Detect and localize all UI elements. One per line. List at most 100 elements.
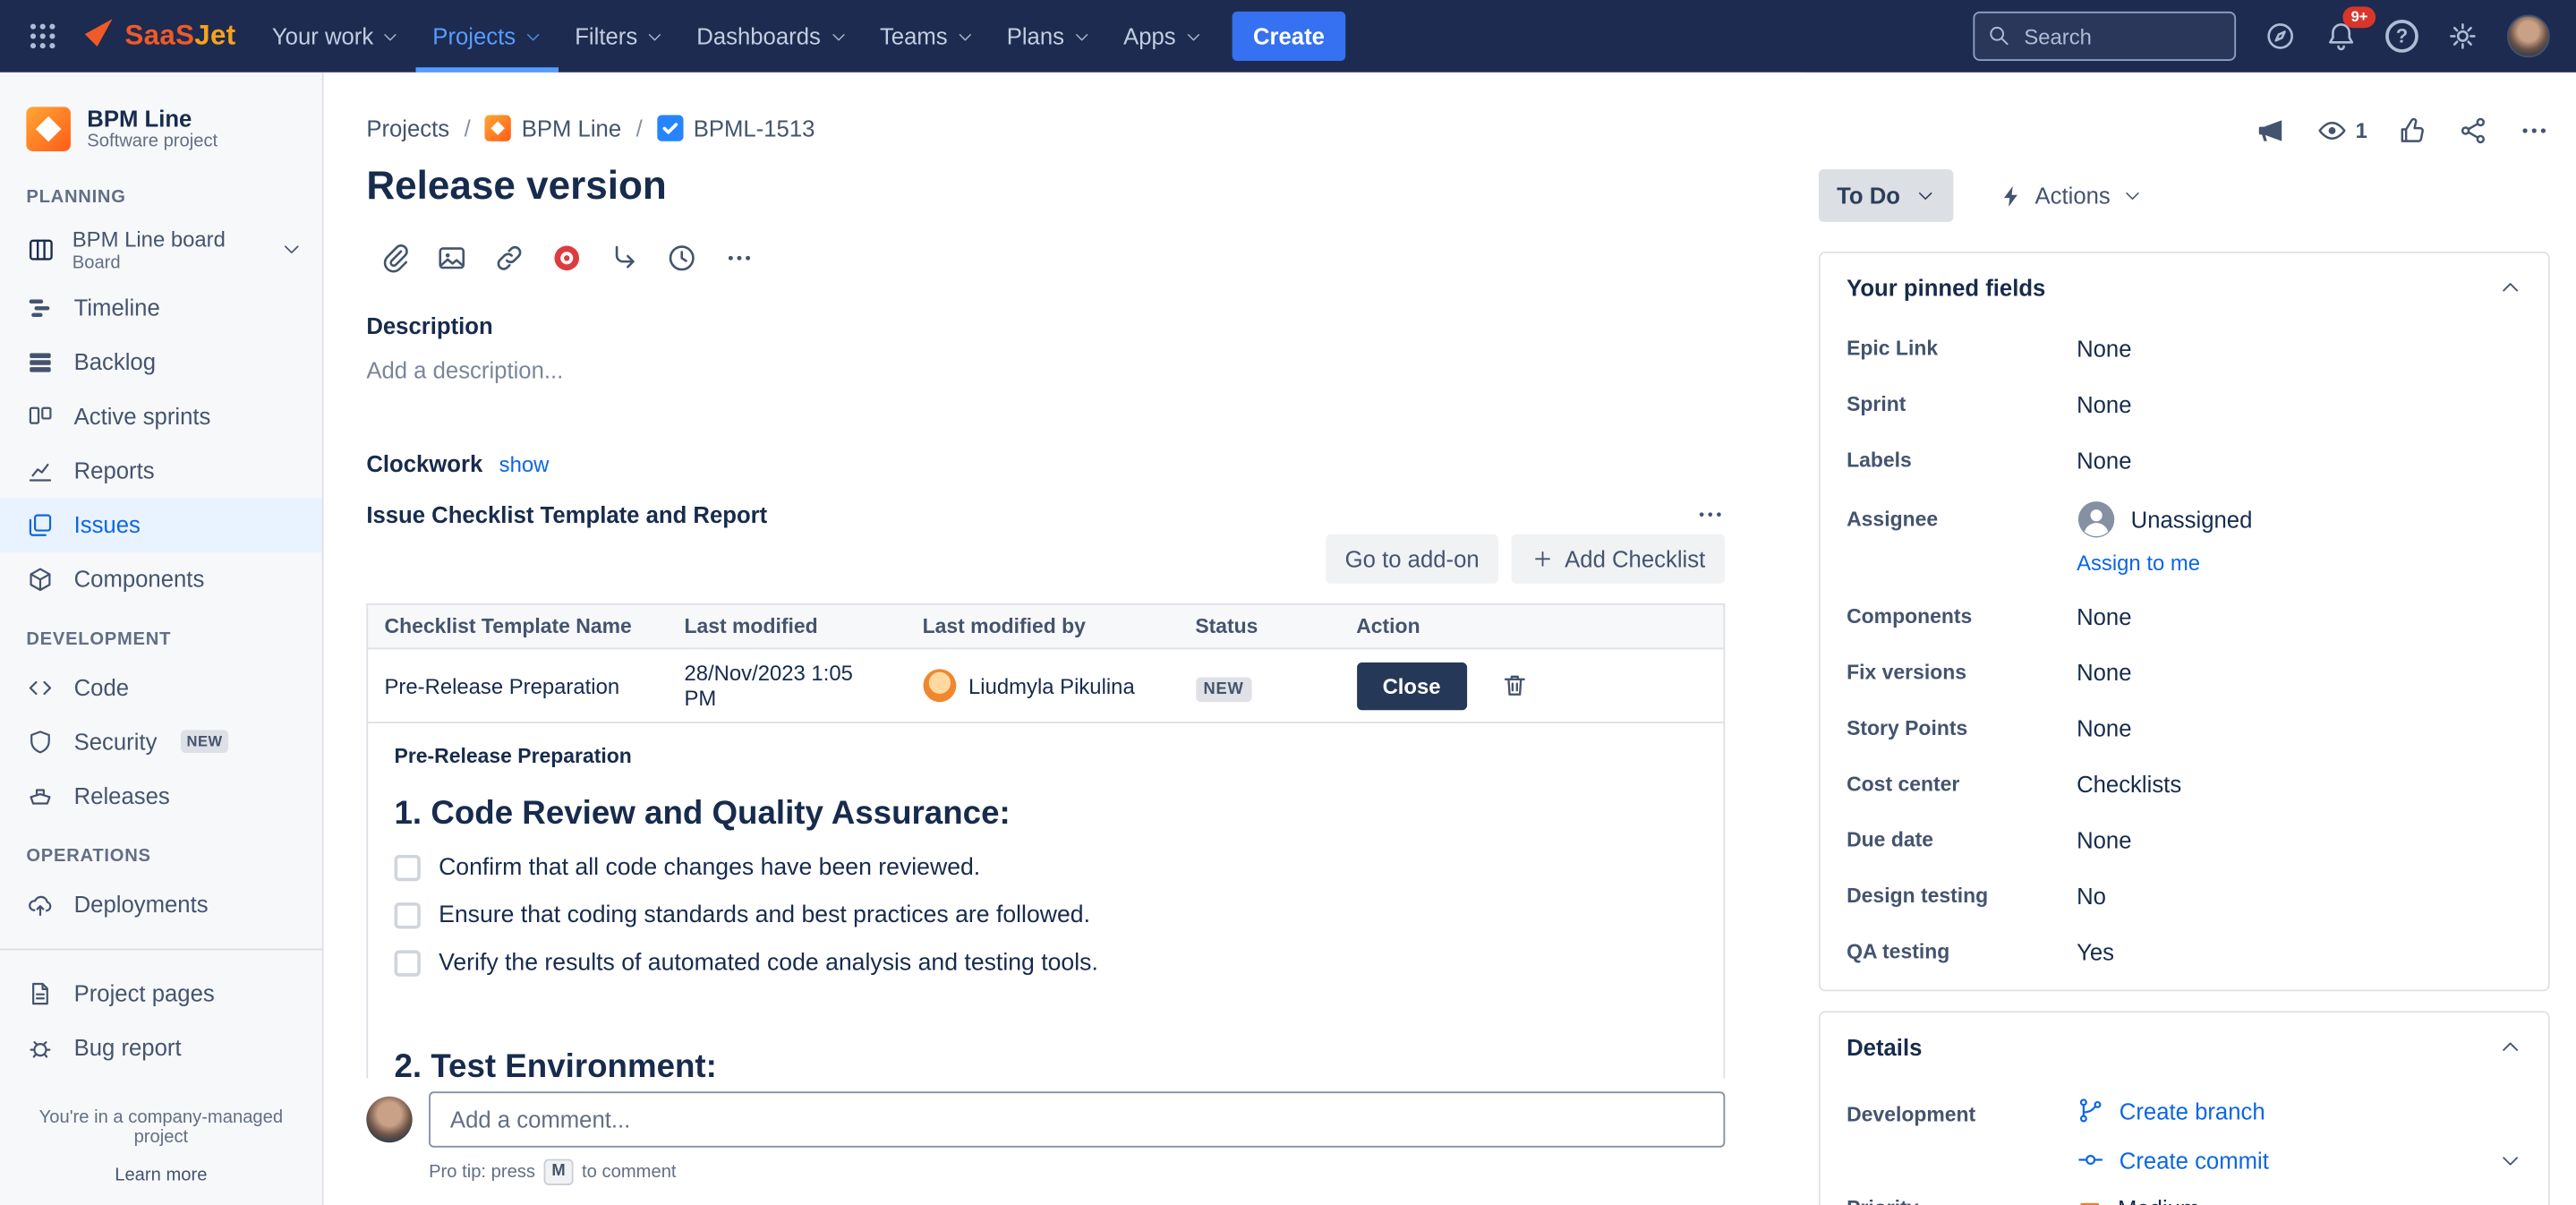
checklist-checkbox[interactable] — [395, 902, 421, 928]
sidebar-item-deployments[interactable]: Deployments — [0, 877, 322, 932]
help-icon[interactable]: ? — [2385, 20, 2418, 53]
discover-icon[interactable] — [2264, 20, 2297, 53]
comment-input[interactable] — [429, 1091, 1725, 1147]
close-checklist-button[interactable]: Close — [1356, 662, 1467, 709]
vote-thumbs-up-icon[interactable] — [2397, 115, 2428, 147]
trash-icon — [1499, 670, 1529, 699]
add-child-issue-button[interactable] — [424, 234, 479, 283]
sidebar-item-timeline[interactable]: Timeline — [0, 280, 322, 335]
assign-to-me-link[interactable]: Assign to me — [2077, 551, 2521, 576]
app-switcher-icon[interactable] — [16, 20, 69, 53]
loom-icon — [550, 242, 583, 275]
pinned-fields-header[interactable]: Your pinned fields — [1821, 253, 2548, 320]
saasjet-logo[interactable]: SaaSJet — [69, 15, 255, 56]
project-avatar — [26, 107, 71, 151]
description-placeholder[interactable]: Add a description... — [366, 356, 1725, 382]
more-options-button[interactable] — [2519, 115, 2550, 147]
sidebar-item-security[interactable]: Security NEW — [0, 714, 322, 769]
nav-projects[interactable]: Projects — [416, 0, 559, 73]
top-navigation: SaaSJet Your work Projects Filters Dashb… — [0, 0, 2576, 73]
action-cell: Close — [1340, 648, 1725, 722]
nav-apps[interactable]: Apps — [1107, 0, 1219, 73]
sidebar-item-issues[interactable]: Issues — [0, 498, 322, 552]
create-commit-link[interactable]: Create commit — [2077, 1146, 2269, 1174]
delete-checklist-button[interactable] — [1499, 670, 1529, 705]
link-issue-button[interactable] — [482, 234, 536, 283]
last-modified-cell: 28/Nov/2023 1:05 PM — [668, 648, 906, 722]
nav-filters[interactable]: Filters — [559, 0, 680, 73]
status-row: To Do Actions — [1819, 169, 2550, 222]
reminder-button[interactable] — [654, 234, 709, 283]
search-input[interactable] — [1973, 12, 2236, 61]
details-panel: Details Development Create branch — [1819, 1011, 2550, 1205]
development-expand-chevron[interactable] — [2499, 1149, 2522, 1172]
backlog-icon — [26, 348, 54, 376]
attach-button[interactable] — [366, 234, 421, 283]
convert-subtask-button[interactable] — [596, 234, 651, 283]
status-dropdown[interactable]: To Do — [1819, 169, 1953, 222]
column-header: Last modified — [668, 604, 906, 649]
board-selector[interactable]: BPM Line board Board — [0, 218, 322, 280]
checklist-checkbox[interactable] — [395, 855, 421, 881]
actions-dropdown[interactable]: Actions — [1999, 183, 2142, 209]
learn-more-link[interactable]: Learn more — [115, 1166, 207, 1185]
issue-title[interactable]: Release version — [366, 165, 1725, 210]
create-button[interactable]: Create — [1232, 12, 1346, 61]
notifications-bell-icon[interactable]: 9+ — [2324, 20, 2358, 53]
managed-project-note: You're in a company-managed project — [20, 1108, 303, 1148]
chevron-down-icon — [381, 27, 399, 45]
sidebar-item-project-pages[interactable]: Project pages — [0, 966, 322, 1021]
field-row-due-date: Due date None — [1821, 812, 2548, 867]
go-to-addon-button[interactable]: Go to add-on — [1326, 534, 1499, 584]
nav-teams[interactable]: Teams — [864, 0, 991, 73]
watchers-button[interactable]: 1 — [2316, 115, 2367, 147]
clockwork-section: Clockwork show — [366, 450, 1725, 476]
checklist-item: Ensure that coding standards and best pr… — [395, 902, 1698, 928]
timeline-icon — [26, 294, 54, 321]
assign-to-me-row: Assign to me — [1821, 551, 2548, 588]
breadcrumb-projects[interactable]: Projects — [366, 115, 449, 141]
nav-dashboards[interactable]: Dashboards — [680, 0, 864, 73]
image-icon — [434, 242, 467, 275]
sidebar-item-reports[interactable]: Reports — [0, 443, 322, 498]
section-development: DEVELOPMENT — [0, 629, 322, 649]
chevron-down-icon — [524, 27, 542, 45]
nav-plans[interactable]: Plans — [990, 0, 1106, 73]
feedback-megaphone-icon[interactable] — [2256, 115, 2287, 147]
checklist-more-button[interactable] — [1695, 500, 1725, 529]
project-name: BPM Line — [87, 106, 218, 132]
ship-icon — [26, 782, 54, 810]
user-avatar[interactable] — [2507, 15, 2550, 58]
sidebar-item-releases[interactable]: Releases — [0, 769, 322, 824]
settings-gear-icon[interactable] — [2446, 20, 2479, 53]
search-icon — [1986, 23, 2011, 48]
sidebar-item-backlog[interactable]: Backlog — [0, 335, 322, 389]
breadcrumb-project[interactable]: BPM Line — [485, 115, 621, 141]
breadcrumb-issue-key[interactable]: BPML-1513 — [657, 115, 815, 141]
more-actions-button[interactable] — [712, 234, 766, 283]
field-row-priority: Priority Medium — [1821, 1180, 2548, 1205]
corner-arrow-icon — [607, 242, 640, 275]
sidebar-item-active-sprints[interactable]: Active sprints — [0, 389, 322, 444]
sidebar-footer: You're in a company-managed project Lear… — [0, 1108, 322, 1185]
checklist-panel: Pre-Release Preparation 1. Code Review a… — [366, 722, 1725, 1138]
field-row-components: Components None — [1821, 588, 2548, 644]
details-header[interactable]: Details — [1821, 1013, 2548, 1080]
pinned-fields-panel: Your pinned fields Epic Link None Sprint… — [1819, 252, 2550, 991]
sidebar-item-components[interactable]: Components — [0, 551, 322, 606]
project-type: Software project — [87, 132, 218, 151]
checklist-checkbox[interactable] — [395, 950, 421, 976]
lightning-icon — [1999, 184, 2024, 209]
add-checklist-button[interactable]: Add Checklist — [1512, 534, 1725, 584]
issues-icon — [26, 511, 54, 539]
create-branch-link[interactable]: Create branch — [2077, 1097, 2521, 1124]
nav-your-work[interactable]: Your work — [256, 0, 416, 73]
new-badge: NEW — [180, 731, 229, 754]
code-icon — [26, 673, 54, 701]
clockwork-show-link[interactable]: show — [499, 452, 550, 477]
sidebar-item-code[interactable]: Code — [0, 661, 322, 715]
saasjet-logo-icon — [82, 15, 115, 56]
sidebar-item-bug-report[interactable]: Bug report — [0, 1021, 322, 1075]
record-loom-button[interactable] — [539, 234, 593, 283]
share-icon[interactable] — [2458, 115, 2489, 147]
